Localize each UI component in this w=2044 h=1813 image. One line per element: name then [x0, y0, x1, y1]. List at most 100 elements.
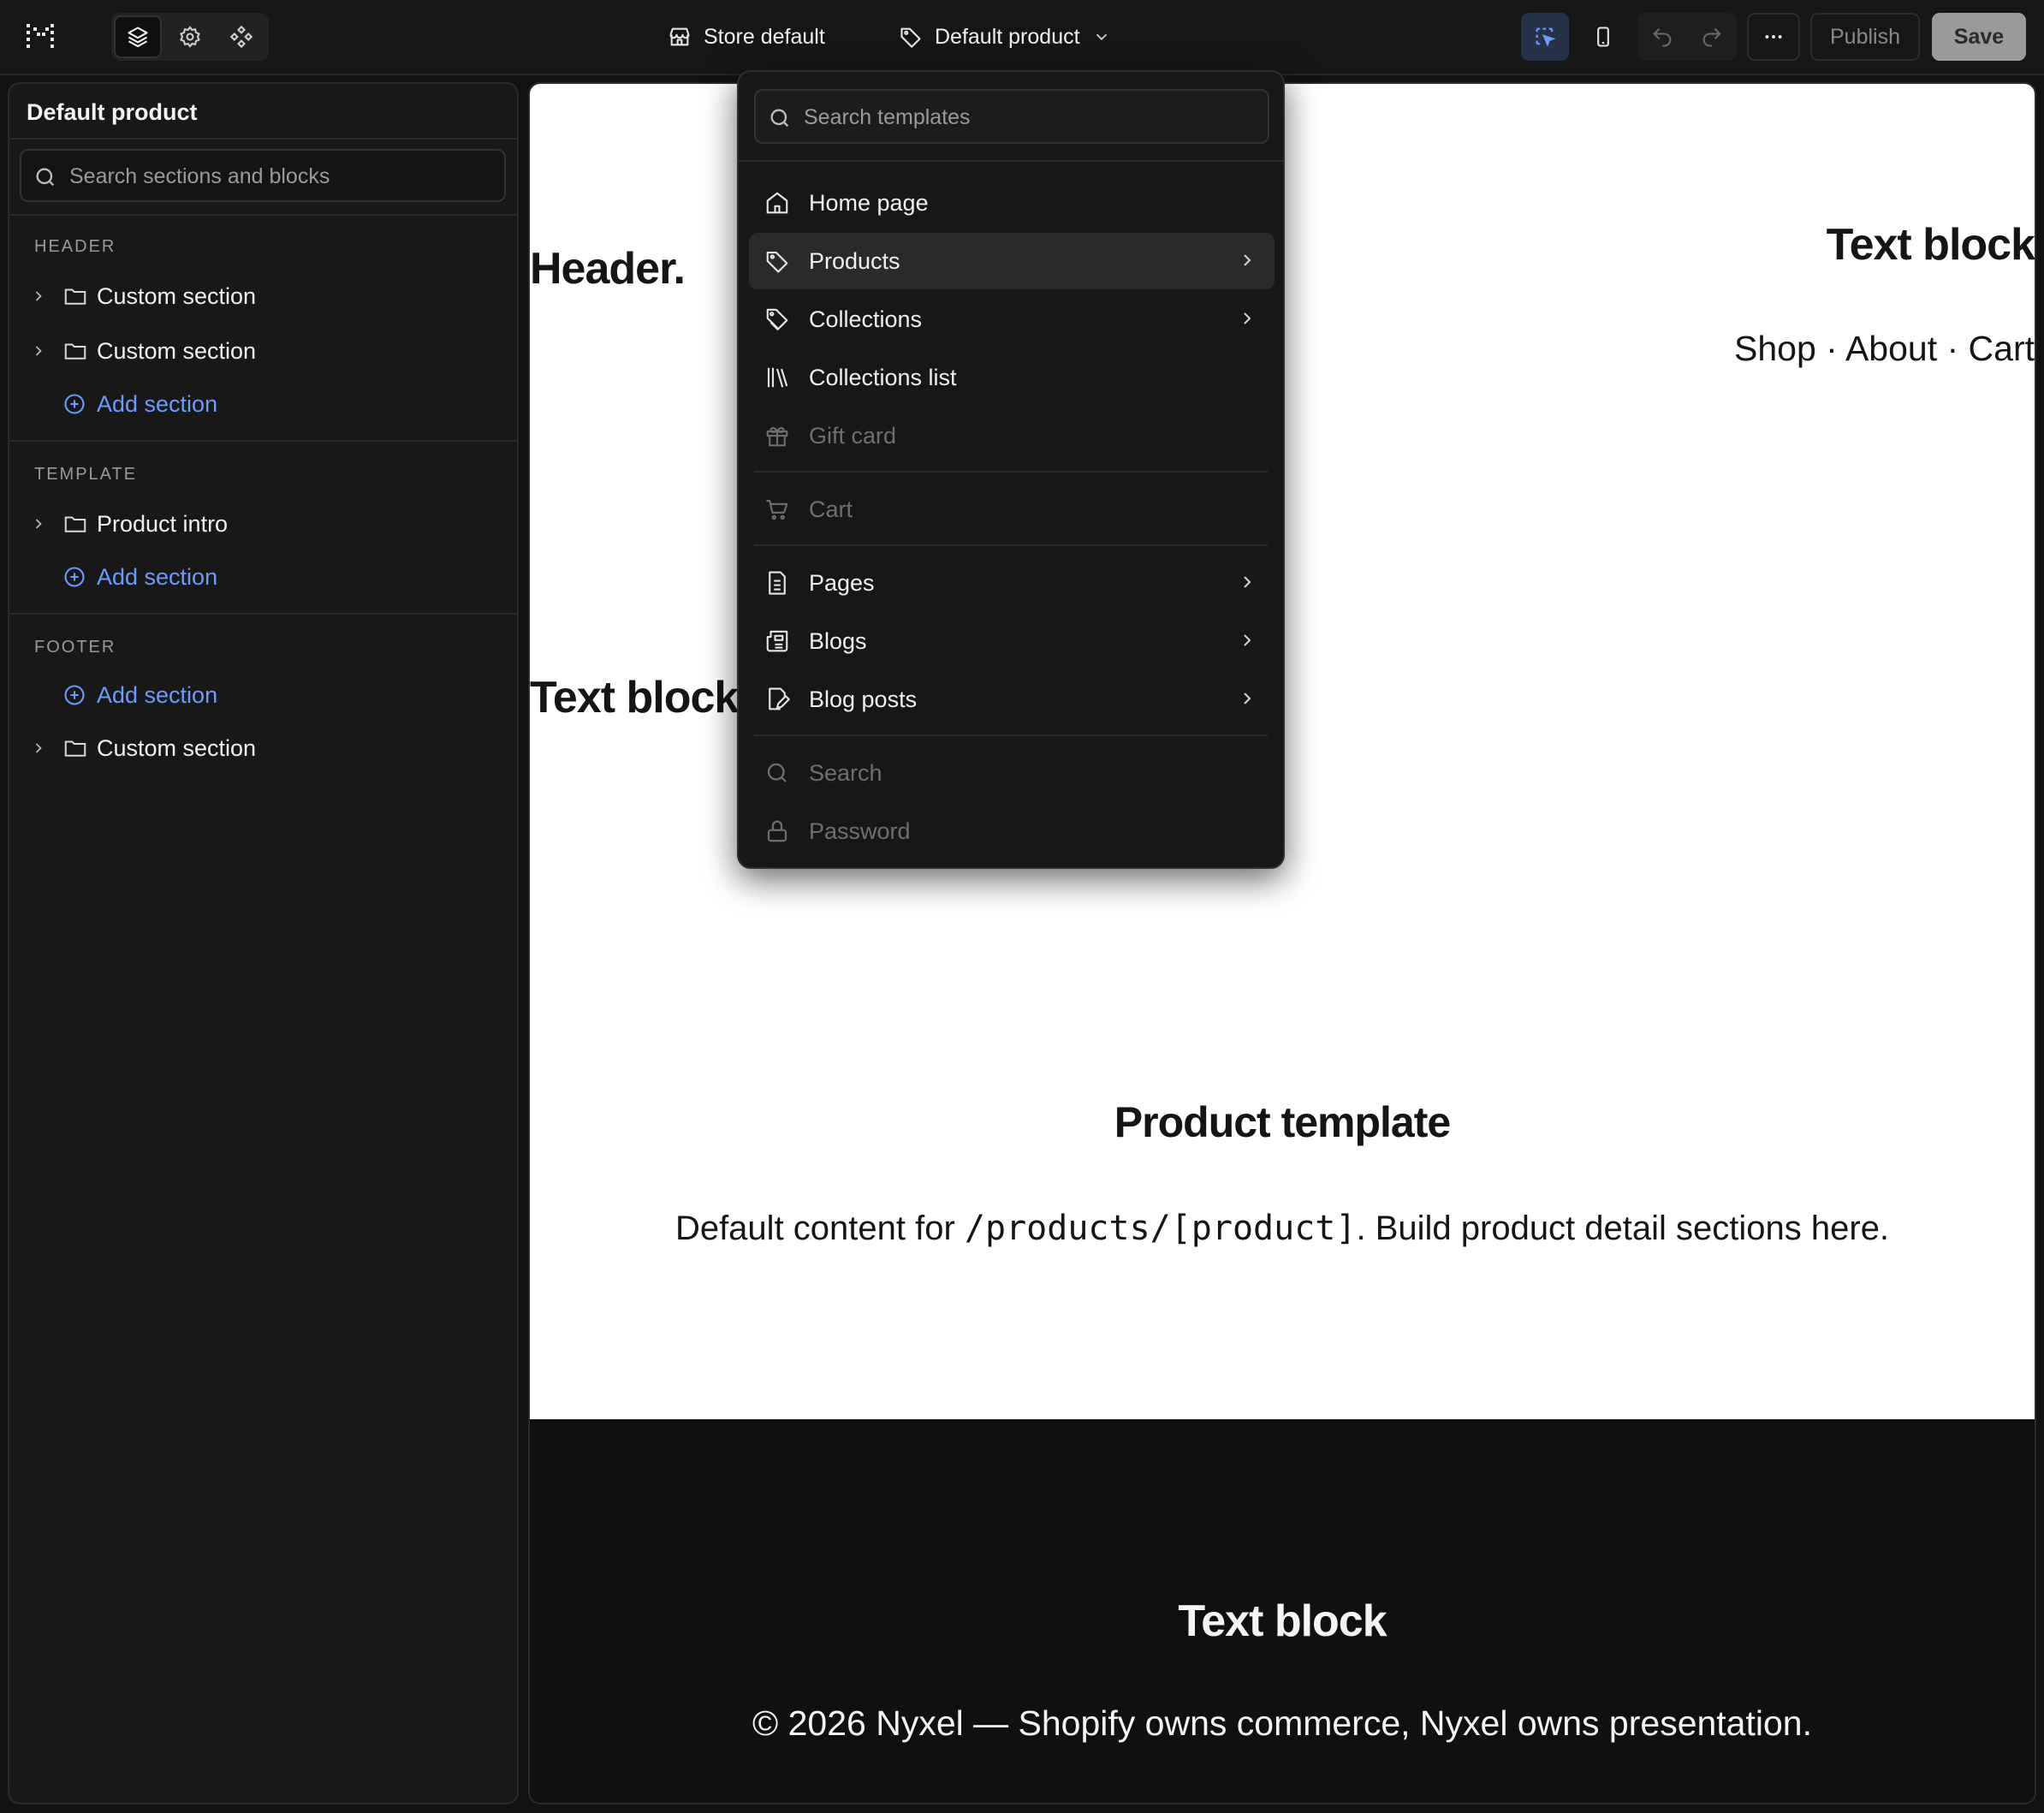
menu-item-gift-card[interactable]: Gift card: [749, 407, 1275, 464]
redo-icon[interactable]: [1700, 25, 1724, 49]
menu-item-blog-posts[interactable]: Blog posts: [749, 671, 1275, 728]
save-button[interactable]: Save: [1932, 13, 2026, 61]
menu-item-home-page[interactable]: Home page: [749, 175, 1275, 231]
home-icon: [763, 188, 792, 217]
tree-item-label: Custom section: [97, 734, 257, 761]
tree-item-label: Product intro: [97, 510, 229, 537]
add-section-label: Add section: [97, 390, 218, 417]
tag-icon: [763, 247, 792, 276]
chevron-right-icon: [1237, 308, 1257, 329]
divider: [9, 214, 517, 216]
chevron-right-icon[interactable]: [30, 740, 52, 757]
header-text-block[interactable]: Text block: [1827, 219, 2035, 270]
select-mode-button[interactable]: [1521, 13, 1569, 61]
menu-item-label: Blog posts: [809, 686, 918, 712]
gear-icon[interactable]: [166, 15, 214, 58]
chevron-right-icon: [1237, 572, 1257, 592]
divider: [754, 471, 1268, 473]
menu-item-label: Password: [809, 817, 911, 844]
product-template-heading[interactable]: Product template: [530, 1097, 2035, 1147]
chevron-right-icon[interactable]: [30, 515, 52, 532]
divider: [9, 138, 517, 140]
menu-item-label: Search: [809, 759, 882, 786]
tag-icon: [899, 25, 923, 49]
template-search-placeholder: Search templates: [804, 105, 971, 129]
route-code: /products/[product]: [964, 1209, 1357, 1248]
footer-section[interactable]: Text block © 2026 Nyxel — Shopify owns c…: [530, 1419, 2035, 1803]
footer-copyright[interactable]: © 2026 Nyxel — Shopify owns commerce, Ny…: [530, 1703, 2035, 1744]
layers-icon[interactable]: [114, 15, 162, 58]
divider: [754, 734, 1268, 736]
plus-circle-icon: [62, 565, 86, 589]
mobile-preview-button[interactable]: [1579, 13, 1627, 61]
tree-item-label: Custom section: [97, 282, 257, 309]
store-icon: [668, 25, 692, 49]
menu-item-blogs[interactable]: Blogs: [749, 613, 1275, 669]
menu-item-label: Blogs: [809, 627, 867, 654]
menu-item-label: Collections: [809, 306, 923, 332]
cart-icon: [763, 495, 792, 524]
menu-item-pages[interactable]: Pages: [749, 555, 1275, 611]
chevron-right-icon[interactable]: [30, 288, 52, 305]
publish-button[interactable]: Publish: [1810, 13, 1920, 61]
template-dropdown-menu: Search templates Home page Products Coll…: [737, 70, 1285, 869]
tags-icon: [763, 305, 792, 334]
tree-item-header-custom-section-2[interactable]: Custom section: [30, 334, 256, 368]
add-section-label: Add section: [97, 681, 218, 708]
panel-switcher: [111, 13, 269, 61]
header-nav-text[interactable]: Shop · About · Cart: [1734, 329, 2035, 369]
template-selector[interactable]: Default product: [899, 0, 1111, 74]
top-bar: Store default Default product Publish Sa…: [0, 0, 2044, 75]
tree-item-product-intro[interactable]: Product intro: [30, 507, 228, 541]
desc-text-before: Default content for: [674, 1210, 965, 1247]
undo-icon[interactable]: [1650, 25, 1674, 49]
menu-item-label: Home page: [809, 189, 929, 216]
sidebar-search-input[interactable]: Search sections and blocks: [20, 149, 506, 202]
content-text-block[interactable]: Text block: [530, 672, 739, 723]
tree-item-header-custom-section-1[interactable]: Custom section: [30, 279, 256, 313]
store-selector[interactable]: Store default: [668, 0, 825, 74]
layers-sidebar: Default product Search sections and bloc…: [8, 82, 519, 1804]
app-logo-icon[interactable]: [24, 21, 58, 55]
product-template-description[interactable]: Default content for /products/[product].…: [530, 1209, 2035, 1248]
more-icon: [1762, 26, 1785, 48]
chevron-right-icon[interactable]: [30, 342, 52, 360]
menu-item-password[interactable]: Password: [749, 803, 1275, 859]
desc-text-after: . Build product detail sections here.: [1356, 1210, 1890, 1247]
folder-icon: [62, 511, 97, 537]
menu-item-label: Pages: [809, 569, 875, 596]
chevron-right-icon: [1237, 630, 1257, 651]
divider: [754, 544, 1268, 546]
template-label: Default product: [935, 24, 1080, 49]
search-icon: [763, 758, 792, 788]
mobile-icon: [1591, 25, 1615, 49]
plus-circle-icon: [62, 392, 86, 416]
divider: [739, 160, 1283, 162]
add-section-header-button[interactable]: Add section: [62, 387, 217, 421]
menu-item-cart[interactable]: Cart: [749, 481, 1275, 538]
menu-item-label: Products: [809, 247, 900, 274]
cursor-select-icon: [1533, 25, 1557, 49]
more-options-button[interactable]: [1747, 13, 1800, 61]
chevron-right-icon: [1237, 688, 1257, 709]
menu-item-collections-list[interactable]: Collections list: [749, 349, 1275, 406]
add-section-template-button[interactable]: Add section: [62, 560, 217, 594]
sidebar-title: Default product: [27, 99, 198, 125]
tree-item-footer-custom-section[interactable]: Custom section: [30, 731, 256, 765]
folder-icon: [62, 338, 97, 364]
menu-item-search[interactable]: Search: [749, 745, 1275, 801]
divider: [9, 613, 517, 615]
header-text[interactable]: Header.: [530, 243, 686, 294]
components-icon[interactable]: [217, 15, 265, 58]
sidebar-search-placeholder: Search sections and blocks: [69, 164, 330, 188]
group-label-footer: FOOTER: [34, 638, 116, 657]
add-section-label: Add section: [97, 563, 218, 590]
chevron-down-icon: [1092, 27, 1111, 46]
menu-item-collections[interactable]: Collections: [749, 291, 1275, 348]
template-search-input[interactable]: Search templates: [754, 89, 1269, 144]
group-label-template: TEMPLATE: [34, 465, 138, 484]
add-section-footer-button[interactable]: Add section: [62, 678, 217, 712]
menu-item-products[interactable]: Products: [749, 233, 1275, 289]
footer-text-block[interactable]: Text block: [530, 1596, 2035, 1647]
newspaper-icon: [763, 627, 792, 656]
